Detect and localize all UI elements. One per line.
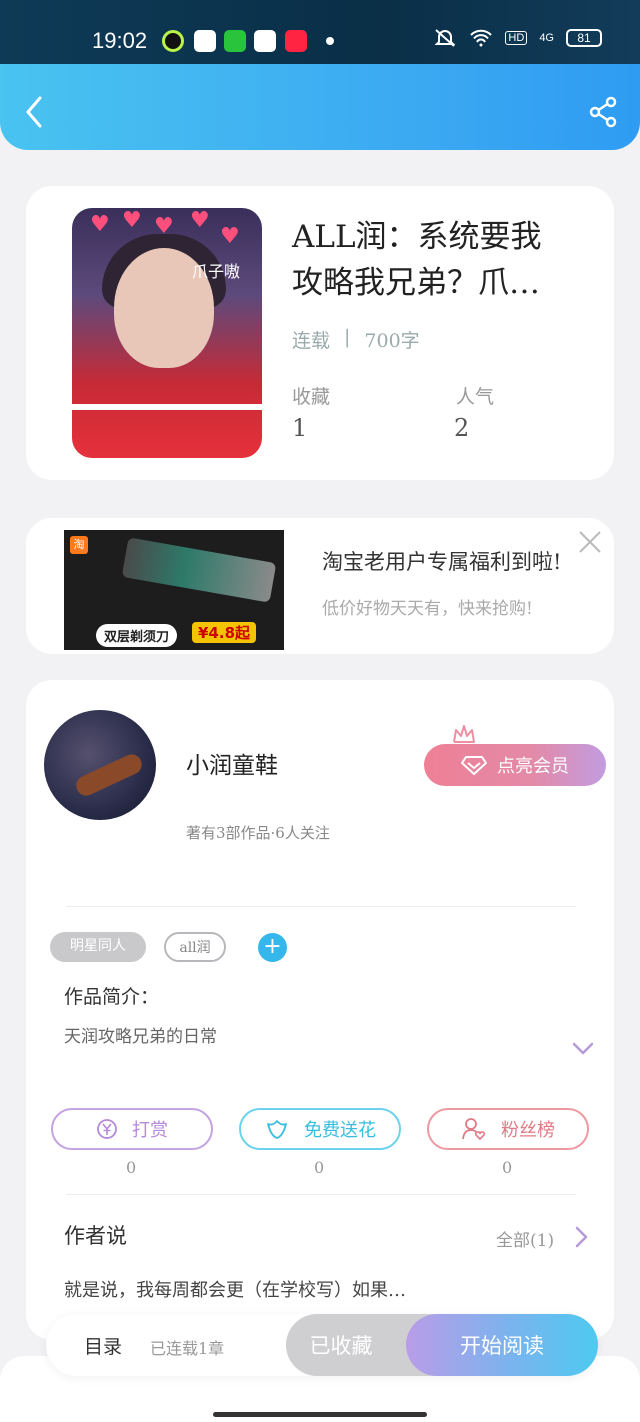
wifi-icon [470,29,493,47]
collected-label: 已收藏 [309,1334,373,1358]
mute-bell-icon [435,29,456,47]
heart-icon: ♥ [220,224,240,249]
book-status: 连载 [292,330,331,352]
author-says-all-link[interactable]: 全部(1) [496,1226,554,1251]
tip-count: 0 [126,1158,137,1177]
flower-count: 0 [314,1158,325,1177]
share-icon[interactable] [588,96,618,128]
tip-label: 打赏 [132,1120,168,1141]
ad-title: 淘宝老用户专属福利到啦! [322,550,562,574]
author-says-label: 作者说 [64,1224,127,1248]
tip-button[interactable]: 打赏 [51,1108,213,1150]
ad-image-caption: 双层剃须刀 [96,624,178,647]
heart-icon: ♥ [154,214,174,239]
yuan-coin-icon [97,1119,117,1139]
hd-badge: HD [505,31,528,45]
start-reading-button[interactable]: 开始阅读 [406,1314,598,1376]
tag-all-run[interactable]: all润 [164,932,226,962]
chevron-down-icon[interactable] [572,1042,594,1056]
close-icon[interactable] [578,530,602,554]
intro-label: 作品简介： [64,986,160,1008]
send-flower-button[interactable]: 免费送花 [239,1108,401,1150]
iqiyi-notification-icon [224,30,246,52]
more-notifications-icon [326,37,334,45]
add-tag-button[interactable]: + [258,933,287,962]
author-meta: 著有3部作品·6人关注 [186,824,330,842]
status-bar: 19:02 HD 4G 81 [0,0,640,64]
author-name[interactable]: 小润童鞋 [186,746,278,780]
vip-button[interactable]: 点亮会员 [424,744,606,786]
ad-image[interactable]: 淘 双层剃须刀 ¥4.8起 [64,530,284,650]
ad-image-price: ¥4.8起 [192,622,257,643]
intro-text: 天润攻略兄弟的日常 [64,1027,217,1047]
fan-count: 0 [502,1158,513,1177]
author-avatar[interactable] [44,710,156,820]
home-indicator[interactable] [213,1412,427,1417]
toc-chapter-count[interactable]: 已连载1章 [150,1335,224,1359]
razor-image [121,537,277,603]
send-flower-label: 免费送花 [304,1120,376,1141]
book-meta: 连载 | 700字 [292,326,420,353]
status-time: 19:02 [92,28,148,53]
book-word-count: 700字 [364,330,420,352]
battery-icon: 81 [566,29,602,47]
heart-icon: ♥ [122,208,142,233]
divider [66,906,576,907]
favorites-label: 收藏 [292,386,331,408]
fan-ranking-button[interactable]: 粉丝榜 [427,1108,589,1150]
book-title: ALL润：系统要我 攻略我兄弟？爪… [292,214,592,306]
crown-icon [453,725,475,743]
play-notification-icon [254,30,276,52]
tag-star-fanfic[interactable]: 明星同人 [50,932,146,962]
book-info-card: ♥ ♥ ♥ ♥ ♥ 爪子嗷 ALL润：系统要我 攻略我兄弟？爪… 连载 | 70… [26,186,614,480]
cover-text: 爪子嗷 [192,262,241,281]
popularity-label: 人气 [456,386,495,408]
taobao-logo-icon: 淘 [70,536,88,554]
ad-subtitle: 低价好物天天有，快来抢购! [322,599,533,619]
divider [66,1194,576,1195]
network-label: 4G [539,32,554,44]
user-heart-icon [462,1118,486,1141]
meta-separator: | [344,326,351,348]
start-reading-label: 开始阅读 [460,1334,544,1358]
ad-banner[interactable]: 淘 双层剃须刀 ¥4.8起 淘宝老用户专属福利到啦! 低价好物天天有，快来抢购! [26,518,614,654]
vip-label: 点亮会员 [497,756,569,777]
app-notification-icon [162,30,184,52]
author-card: 小润童鞋 著有3部作品·6人关注 点亮会员 明星同人 all润 + 作品简介： … [26,680,614,1340]
flower-icon [267,1120,287,1139]
bottom-action-bar: 目录 已连载1章 已收藏 开始阅读 [46,1314,598,1376]
back-arrow-icon[interactable] [22,96,46,128]
toc-button[interactable]: 目录 [84,1332,122,1359]
cover-stripe [72,404,262,410]
author-says-text: 就是说，我每周都会更（在学校写）如果… [64,1280,406,1301]
heart-icon: ♥ [90,212,110,237]
browser-notification-icon [194,30,216,52]
fan-ranking-label: 粉丝榜 [501,1120,555,1141]
app-header [0,64,640,150]
book-cover-image[interactable]: ♥ ♥ ♥ ♥ ♥ 爪子嗷 [72,208,262,458]
chevron-right-icon[interactable] [574,1226,588,1248]
book-title-line2: 攻略我兄弟？爪… [292,265,540,301]
redbook-notification-icon [285,30,307,52]
favorites-value: 1 [292,414,308,442]
heart-icon: ♥ [190,208,210,233]
diamond-icon [461,756,487,775]
avatar-violin [73,751,145,799]
book-title-line1: ALL润：系统要我 [292,219,542,255]
popularity-value: 2 [454,414,470,442]
